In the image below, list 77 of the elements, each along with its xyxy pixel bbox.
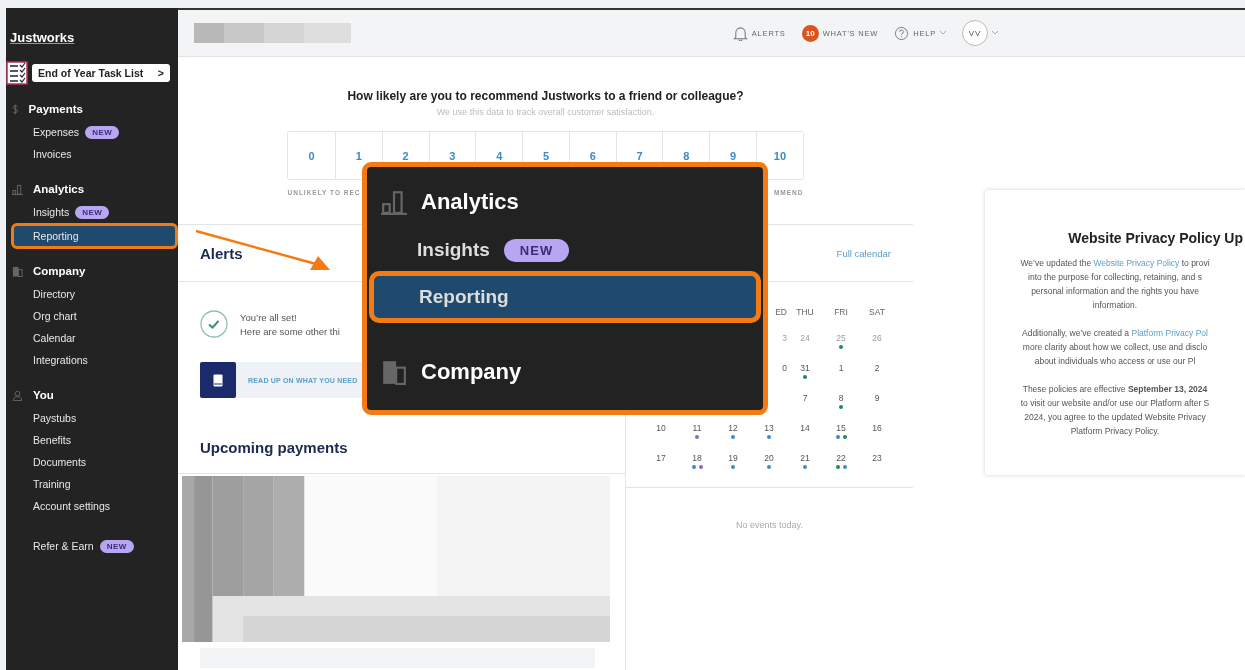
sidebar-item[interactable]: Expenses NEW xyxy=(11,121,178,143)
logo[interactable]: Justworks xyxy=(10,30,75,45)
building-icon xyxy=(381,359,407,385)
weekday-label: FRI xyxy=(833,307,849,317)
sidebar-item[interactable]: Paystubs xyxy=(11,407,178,429)
sidebar-item[interactable]: Refer & Earn NEW xyxy=(11,535,178,557)
sidebar-item[interactable]: Invoices xyxy=(11,143,178,165)
calendar-day[interactable]: 16 xyxy=(872,423,882,433)
calendar-day[interactable]: 10 xyxy=(656,423,666,433)
building-icon xyxy=(12,265,23,277)
calendar-day[interactable]: 18 xyxy=(692,453,702,463)
sidebar-item[interactable]: Insights NEW xyxy=(11,201,178,223)
weekday-label: SAT xyxy=(868,307,886,317)
check-circle-icon xyxy=(200,310,228,338)
caret-icon xyxy=(940,31,946,35)
section-title: Payments xyxy=(28,103,83,115)
policy-paragraph: Additionally, we’ve created a Platform Privacy Pol more clarity about how we collect, use and disclo about individuals who access or use our Pl xyxy=(1021,327,1209,368)
section-title: You xyxy=(33,389,54,401)
calendar-day[interactable]: 0 xyxy=(782,363,787,373)
calendar-day[interactable]: 21 xyxy=(800,453,810,463)
calendar-day[interactable]: 31 xyxy=(800,363,810,373)
calendar-day[interactable]: 17 xyxy=(656,453,666,463)
caret-icon xyxy=(992,31,998,35)
sidebar-item[interactable]: Insights NEW xyxy=(367,229,763,271)
survey-question: How likely are you to recommend Justworks to a friend or colleague? xyxy=(347,89,744,103)
bar-chart-icon xyxy=(381,189,407,215)
calendar-day[interactable]: 15 xyxy=(836,423,846,433)
survey-subtitle: We use this data to track overall customer satisfaction. xyxy=(436,107,655,117)
section-heading: Upcoming payments xyxy=(200,439,348,456)
section-title: Company xyxy=(421,359,522,385)
new-badge: NEW xyxy=(75,205,110,219)
section-title: Company xyxy=(33,265,86,277)
status-title: You’re all set! xyxy=(240,311,298,323)
new-badge: NEW xyxy=(85,125,120,139)
calendar-day[interactable]: 23 xyxy=(872,453,882,463)
status-text: Here are some other thi xyxy=(240,325,340,337)
score-option[interactable]: 10 xyxy=(756,132,803,179)
help-icon xyxy=(894,25,910,41)
calendar-day[interactable]: 2 xyxy=(874,363,880,373)
calendar-day[interactable]: 19 xyxy=(728,453,738,463)
new-badge: NEW xyxy=(503,238,570,262)
section-title: Analytics xyxy=(33,183,85,195)
weekday-label: THU xyxy=(795,307,815,317)
sidebar-item[interactable]: Account settings xyxy=(11,495,178,517)
book-icon xyxy=(213,373,223,387)
policy-paragraph: These policies are effective September 13, 2024 to visit our website and/or use our Platform after S 2024, you agree to the updated Website Privacy Platform Privacy Policy. xyxy=(1019,383,1211,438)
sidebar-item[interactable]: Reporting xyxy=(11,223,178,249)
calendar-day[interactable]: 12 xyxy=(728,423,738,433)
sidebar-item[interactable]: Reporting xyxy=(369,271,761,323)
calendar-day[interactable]: 20 xyxy=(764,453,774,463)
sidebar-item[interactable]: Directory xyxy=(11,283,178,305)
calendar-day[interactable]: 11 xyxy=(692,423,702,433)
bell-icon xyxy=(732,25,748,41)
person-icon xyxy=(12,389,23,401)
calendar-day[interactable]: 13 xyxy=(764,423,774,433)
empty-message: No events today. xyxy=(736,520,803,530)
policy-paragraph: We’ve updated the Website Privacy Policy to provi into the purpose for collecting, retaining, and s personal information and the rights you have information. xyxy=(1019,257,1211,312)
dollar-icon xyxy=(12,103,19,115)
policy-title: Website Privacy Policy Up xyxy=(1068,230,1244,246)
checklist-icon xyxy=(6,61,28,85)
sidebar-item[interactable]: Org chart xyxy=(11,305,178,327)
sidebar-item[interactable]: Calendar xyxy=(11,327,178,349)
sidebar-item[interactable]: Training xyxy=(11,473,178,495)
calendar-day[interactable]: 9 xyxy=(874,393,880,403)
calendar-day[interactable]: 22 xyxy=(836,453,846,463)
section-title: Analytics xyxy=(421,189,519,215)
section-heading: Alerts xyxy=(200,244,243,262)
sidebar-item[interactable]: Integrations xyxy=(11,349,178,371)
sidebar-item[interactable]: Documents xyxy=(11,451,178,473)
sidebar-item[interactable]: Benefits xyxy=(11,429,178,451)
bar-chart-icon xyxy=(12,183,23,195)
calendar-day[interactable]: 7 xyxy=(802,393,808,403)
calendar-day[interactable]: 1 xyxy=(838,363,844,373)
new-badge: NEW xyxy=(99,539,134,553)
weekday-label: ED xyxy=(774,307,787,317)
calendar-day[interactable]: 14 xyxy=(800,423,810,433)
calendar-day[interactable]: 8 xyxy=(838,393,844,403)
